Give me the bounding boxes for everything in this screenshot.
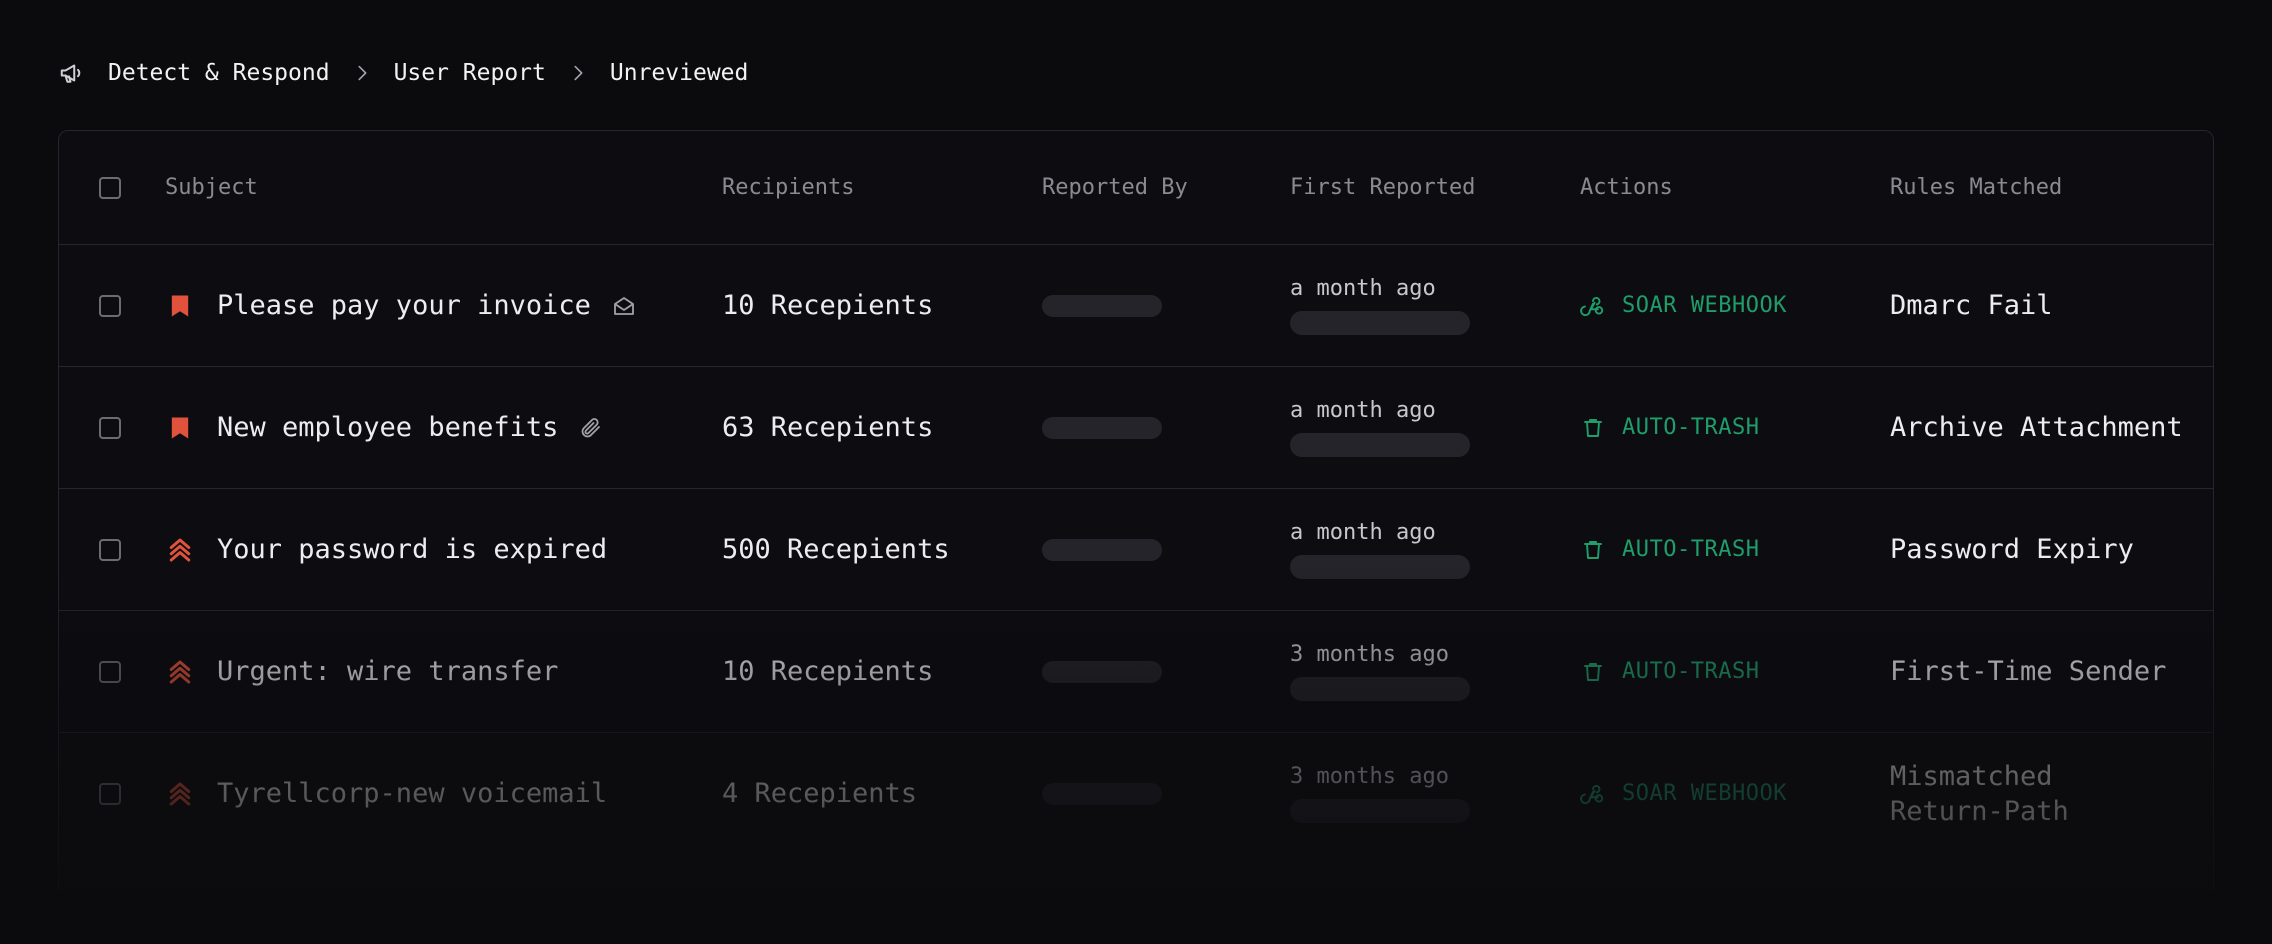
- breadcrumb-item-user-report[interactable]: User Report: [394, 60, 546, 86]
- column-header-subject[interactable]: Subject: [165, 131, 258, 244]
- subject-text[interactable]: Your password is expired: [217, 534, 607, 565]
- column-header-actions[interactable]: Actions: [1580, 131, 1673, 244]
- column-header-reported-by[interactable]: Reported By: [1042, 131, 1188, 244]
- action-badge[interactable]: AUTO-TRASH: [1580, 367, 1759, 488]
- action-label: SOAR WEBHOOK: [1622, 781, 1787, 806]
- breadcrumb-item-detect-respond[interactable]: Detect & Respond: [108, 60, 330, 86]
- action-label: AUTO-TRASH: [1622, 537, 1760, 562]
- action-badge[interactable]: SOAR WEBHOOK: [1580, 245, 1787, 366]
- subject-text[interactable]: New employee benefits: [217, 412, 558, 443]
- first-reported-placeholder: [1290, 799, 1470, 823]
- first-reported-placeholder: [1290, 433, 1470, 457]
- action-label: SOAR WEBHOOK: [1622, 293, 1787, 318]
- first-reported-placeholder: [1290, 677, 1470, 701]
- first-reported-time: a month ago: [1290, 520, 1436, 545]
- select-all-checkbox[interactable]: [99, 176, 121, 199]
- flag-icon: [165, 291, 195, 321]
- trash-icon: [1580, 537, 1606, 563]
- table-row[interactable]: Please pay your invoice 10 Recepients a …: [59, 244, 2213, 366]
- row-checkbox[interactable]: [99, 416, 121, 439]
- action-badge[interactable]: AUTO-TRASH: [1580, 611, 1759, 732]
- reported-by-placeholder: [1042, 782, 1162, 805]
- subject-text[interactable]: Please pay your invoice: [217, 290, 591, 321]
- recipients-count: 63 Recepients: [722, 412, 934, 443]
- triple-chevron-up-icon: [165, 779, 195, 809]
- triple-chevron-up-icon: [165, 657, 195, 687]
- chevron-right-icon: [350, 61, 374, 85]
- recipients-count: 500 Recepients: [722, 534, 950, 565]
- webhook-icon: [1580, 781, 1606, 807]
- recipients-count: 4 Recepients: [722, 778, 918, 809]
- table-header: Subject Recipients Reported By First Rep…: [59, 131, 2213, 244]
- triple-chevron-up-icon: [165, 535, 195, 565]
- recipients-count: 10 Recepients: [722, 656, 934, 687]
- table-row[interactable]: Your password is expired 500 Recepients …: [59, 488, 2213, 610]
- trash-icon: [1580, 659, 1606, 685]
- first-reported-time: a month ago: [1290, 398, 1436, 423]
- paperclip-icon: [578, 415, 604, 441]
- breadcrumb-item-unreviewed: Unreviewed: [609, 60, 749, 86]
- subject-text[interactable]: Tyrellcorp-new voicemail: [217, 778, 607, 809]
- chevron-right-icon: [566, 61, 590, 85]
- reported-by-placeholder: [1042, 294, 1162, 317]
- column-header-first-reported[interactable]: First Reported: [1290, 131, 1475, 244]
- first-reported-time: 3 months ago: [1290, 764, 1449, 789]
- reported-by-placeholder: [1042, 538, 1162, 561]
- rule-matched: Password Expiry: [1890, 534, 2134, 565]
- reports-table: Subject Recipients Reported By First Rep…: [58, 130, 2214, 890]
- row-checkbox[interactable]: [99, 782, 121, 805]
- reported-by-placeholder: [1042, 416, 1162, 439]
- rule-matched: Archive Attachment: [1890, 412, 2183, 443]
- first-reported-time: a month ago: [1290, 276, 1436, 301]
- trash-icon: [1580, 415, 1606, 441]
- action-label: AUTO-TRASH: [1622, 415, 1760, 440]
- row-checkbox[interactable]: [99, 294, 121, 317]
- rule-matched: Dmarc Fail: [1890, 290, 2053, 321]
- first-reported-placeholder: [1290, 555, 1470, 579]
- rule-matched: First-Time Sender: [1890, 656, 2167, 687]
- table-row[interactable]: Tyrellcorp-new voicemail 4 Recepients 3 …: [59, 732, 2213, 854]
- reported-by-placeholder: [1042, 660, 1162, 683]
- table-row[interactable]: New employee benefits 63 Recepients a mo…: [59, 366, 2213, 488]
- webhook-icon: [1580, 293, 1606, 319]
- action-label: AUTO-TRASH: [1622, 659, 1760, 684]
- subject-text[interactable]: Urgent: wire transfer: [217, 656, 558, 687]
- rule-matched: Mismatched Return-Path: [1890, 760, 2069, 827]
- first-reported-placeholder: [1290, 311, 1470, 335]
- action-badge[interactable]: SOAR WEBHOOK: [1580, 733, 1787, 854]
- row-checkbox[interactable]: [99, 538, 121, 561]
- envelope-open-icon: [611, 293, 637, 319]
- first-reported-time: 3 months ago: [1290, 642, 1449, 667]
- flag-icon: [165, 413, 195, 443]
- recipients-count: 10 Recepients: [722, 290, 934, 321]
- breadcrumb: Detect & Respond User Report Unreviewed: [58, 58, 748, 88]
- action-badge[interactable]: AUTO-TRASH: [1580, 489, 1759, 610]
- megaphone-icon: [58, 58, 88, 88]
- column-header-recipients[interactable]: Recipients: [722, 131, 854, 244]
- column-header-rules-matched[interactable]: Rules Matched: [1890, 131, 2062, 244]
- table-row[interactable]: Urgent: wire transfer 10 Recepients 3 mo…: [59, 610, 2213, 732]
- row-checkbox[interactable]: [99, 660, 121, 683]
